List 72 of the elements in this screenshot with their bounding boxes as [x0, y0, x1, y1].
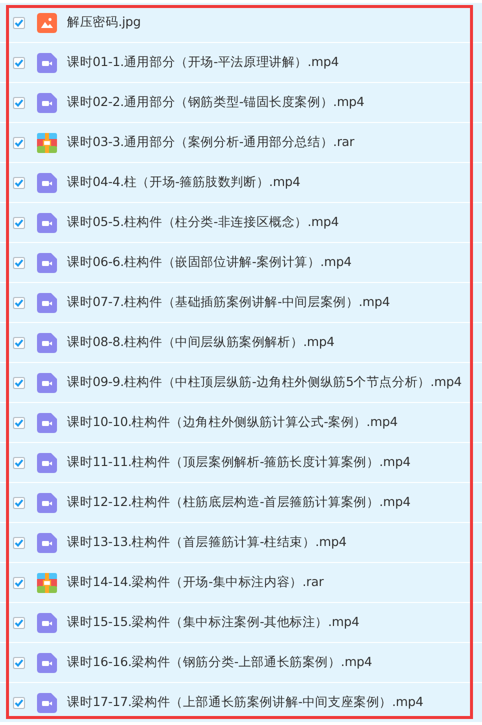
- checkbox[interactable]: [13, 656, 25, 668]
- file-row[interactable]: 课时16-16.梁构件（钢筋分类-上部通长筋案例）.mp4: [0, 643, 482, 682]
- checkbox[interactable]: [13, 96, 25, 108]
- checkbox[interactable]: [13, 176, 25, 188]
- checkbox[interactable]: [13, 576, 25, 588]
- image-file-icon: [37, 12, 57, 32]
- archive-file-icon: [37, 132, 57, 152]
- file-name: 课时14-14.梁构件（开场-集中标注内容）.rar: [67, 574, 324, 591]
- checkbox[interactable]: [13, 496, 25, 508]
- file-name: 课时05-5.柱构件（柱分类-非连接区概念）.mp4: [67, 214, 339, 231]
- file-row[interactable]: 课时06-6.柱构件（嵌固部位讲解-案例计算）.mp4: [0, 243, 482, 282]
- file-name: 课时11-11.柱构件（顶层案例解析-箍筋长度计算案例）.mp4: [67, 454, 410, 471]
- file-name: 课时17-17.梁构件（上部通长筋案例讲解-中间支座案例）.mp4: [67, 694, 424, 711]
- file-row[interactable]: 课时03-3.通用部分（案例分析-通用部分总结）.rar: [0, 123, 482, 162]
- file-row[interactable]: 课时04-4.柱（开场-箍筋肢数判断）.mp4: [0, 163, 482, 202]
- file-row[interactable]: 课时15-15.梁构件（集中标注案例-其他标注）.mp4: [0, 603, 482, 642]
- file-row[interactable]: 课时10-10.柱构件（边角柱外侧纵筋计算公式-案例）.mp4: [0, 403, 482, 442]
- video-file-icon: [37, 252, 57, 272]
- file-name: 课时02-2.通用部分（钢筋类型-锚固长度案例）.mp4: [67, 94, 364, 111]
- video-file-icon: [37, 52, 57, 72]
- file-row[interactable]: 课时12-12.柱构件（柱筋底层构造-首层箍筋计算案例）.mp4: [0, 483, 482, 522]
- checkbox[interactable]: [13, 616, 25, 628]
- file-row[interactable]: 课时05-5.柱构件（柱分类-非连接区概念）.mp4: [0, 203, 482, 242]
- file-row[interactable]: 课时01-1.通用部分（开场-平法原理讲解）.mp4: [0, 43, 482, 82]
- video-file-icon: [37, 172, 57, 192]
- video-file-icon: [37, 412, 57, 432]
- checkbox[interactable]: [13, 336, 25, 348]
- video-file-icon: [37, 292, 57, 312]
- checkbox[interactable]: [13, 56, 25, 68]
- file-name: 课时01-1.通用部分（开场-平法原理讲解）.mp4: [67, 54, 339, 71]
- file-name: 课时07-7.柱构件（基础插筋案例讲解-中间层案例）.mp4: [67, 294, 390, 311]
- file-row[interactable]: 课时07-7.柱构件（基础插筋案例讲解-中间层案例）.mp4: [0, 283, 482, 322]
- archive-file-icon: [37, 572, 57, 592]
- checkbox[interactable]: [13, 416, 25, 428]
- checkbox[interactable]: [13, 296, 25, 308]
- checkbox[interactable]: [13, 536, 25, 548]
- video-file-icon: [37, 652, 57, 672]
- checkbox[interactable]: [13, 696, 25, 708]
- file-name: 课时10-10.柱构件（边角柱外侧纵筋计算公式-案例）.mp4: [67, 414, 398, 431]
- video-file-icon: [37, 492, 57, 512]
- file-row[interactable]: 课时11-11.柱构件（顶层案例解析-箍筋长度计算案例）.mp4: [0, 443, 482, 482]
- file-name: 课时04-4.柱（开场-箍筋肢数判断）.mp4: [67, 174, 300, 191]
- file-row[interactable]: 课时02-2.通用部分（钢筋类型-锚固长度案例）.mp4: [0, 83, 482, 122]
- file-name: 课时09-9.柱构件（中柱顶层纵筋-边角柱外侧纵筋5个节点分析）.mp4: [67, 374, 462, 391]
- video-file-icon: [37, 372, 57, 392]
- file-name: 课时06-6.柱构件（嵌固部位讲解-案例计算）.mp4: [67, 254, 352, 271]
- file-row[interactable]: 课时13-13.柱构件（首层箍筋计算-柱结束）.mp4: [0, 523, 482, 562]
- video-file-icon: [37, 532, 57, 552]
- file-row[interactable]: 课时14-14.梁构件（开场-集中标注内容）.rar: [0, 563, 482, 602]
- video-file-icon: [37, 332, 57, 352]
- video-file-icon: [37, 452, 57, 472]
- file-row[interactable]: 课时09-9.柱构件（中柱顶层纵筋-边角柱外侧纵筋5个节点分析）.mp4: [0, 363, 482, 402]
- file-name: 课时12-12.柱构件（柱筋底层构造-首层箍筋计算案例）.mp4: [67, 494, 410, 511]
- file-name: 课时13-13.柱构件（首层箍筋计算-柱结束）.mp4: [67, 534, 346, 551]
- checkbox[interactable]: [13, 216, 25, 228]
- file-name: 课时15-15.梁构件（集中标注案例-其他标注）.mp4: [67, 614, 360, 631]
- checkbox[interactable]: [13, 376, 25, 388]
- file-name: 课时03-3.通用部分（案例分析-通用部分总结）.rar: [67, 134, 354, 151]
- video-file-icon: [37, 92, 57, 112]
- file-row[interactable]: 课时08-8.柱构件（中间层纵筋案例解析）.mp4: [0, 323, 482, 362]
- checkbox[interactable]: [13, 136, 25, 148]
- file-row[interactable]: 课时17-17.梁构件（上部通长筋案例讲解-中间支座案例）.mp4: [0, 683, 482, 722]
- file-name: 解压密码.jpg: [67, 14, 141, 31]
- checkbox[interactable]: [13, 456, 25, 468]
- video-file-icon: [37, 612, 57, 632]
- file-name: 课时16-16.梁构件（钢筋分类-上部通长筋案例）.mp4: [67, 654, 372, 671]
- checkbox[interactable]: [13, 256, 25, 268]
- file-row[interactable]: 解压密码.jpg: [0, 3, 482, 42]
- checkbox[interactable]: [13, 16, 25, 28]
- video-file-icon: [37, 212, 57, 232]
- file-name: 课时08-8.柱构件（中间层纵筋案例解析）.mp4: [67, 334, 334, 351]
- video-file-icon: [37, 692, 57, 712]
